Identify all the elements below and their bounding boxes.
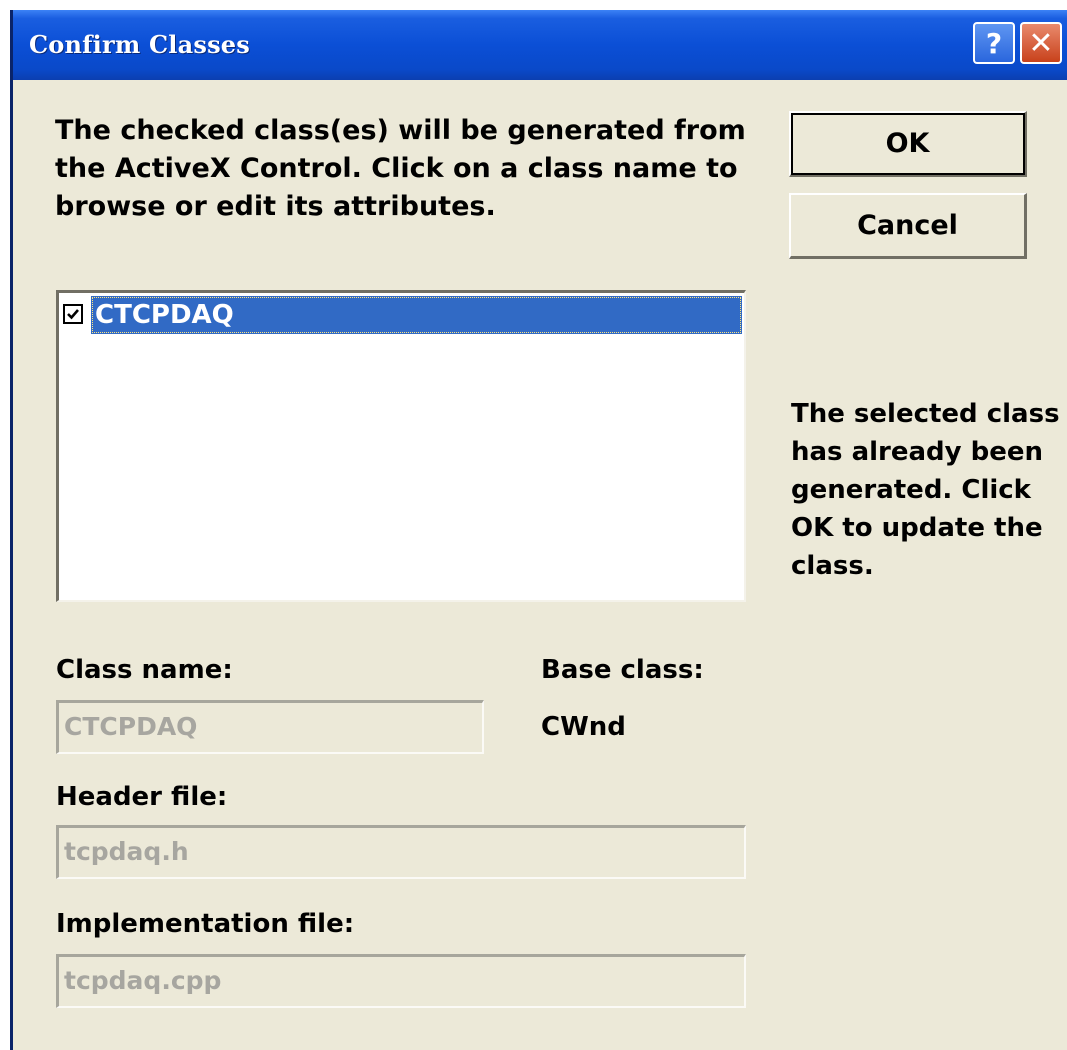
cancel-button[interactable]: Cancel [789, 193, 1027, 259]
implementation-file-field: tcpdaq.cpp [56, 954, 746, 1008]
checkmark-icon [67, 309, 79, 320]
help-button[interactable]: ? [973, 22, 1015, 64]
base-class-label: Base class: [541, 655, 704, 685]
class-list[interactable]: CTCPDAQ [56, 290, 746, 602]
class-name-field: CTCPDAQ [56, 700, 484, 754]
header-file-label: Header file: [56, 782, 228, 812]
close-button[interactable]: ✕ [1020, 22, 1062, 64]
close-icon: ✕ [1028, 25, 1054, 61]
implementation-file-label: Implementation file: [56, 909, 355, 939]
class-checkbox[interactable] [63, 304, 83, 324]
list-item[interactable]: CTCPDAQ [61, 296, 742, 334]
class-name-label: Class name: [56, 655, 233, 685]
status-note: The selected class has already been gene… [791, 399, 1060, 581]
window-title: Confirm Classes [29, 30, 250, 59]
base-class-value: CWnd [541, 712, 626, 742]
title-bar[interactable]: Confirm Classes ? ✕ [13, 10, 1067, 80]
confirm-classes-dialog: Confirm Classes ? ✕ The checked class(es… [10, 10, 1067, 1050]
class-list-item-label[interactable]: CTCPDAQ [91, 296, 742, 334]
ok-button[interactable]: OK [789, 111, 1027, 177]
help-icon: ? [985, 26, 1003, 60]
header-file-field: tcpdaq.h [56, 825, 746, 879]
instructions-text: The checked class(es) will be generated … [55, 115, 746, 222]
